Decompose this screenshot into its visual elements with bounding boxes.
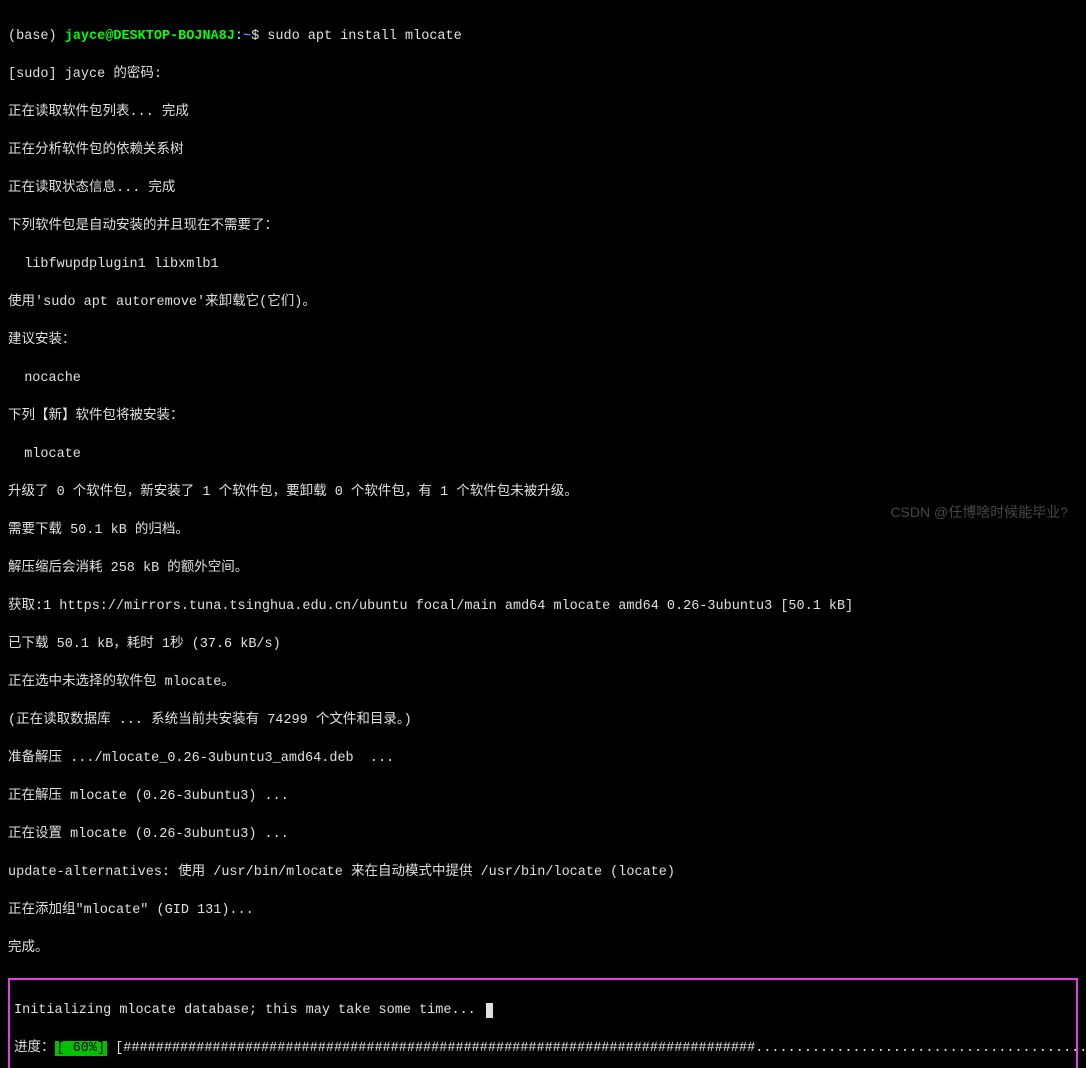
output-line: 正在添加组"mlocate" (GID 131)...: [8, 901, 1078, 920]
progress-line: 进度：[ 60%] [#############################…: [14, 1039, 1072, 1058]
output-line: 正在设置 mlocate (0.26-3ubuntu3) ...: [8, 825, 1078, 844]
prompt-line: (base) jayce@DESKTOP-BOJNA8J:~$ sudo apt…: [8, 27, 1078, 46]
output-line: 正在分析软件包的依赖关系树: [8, 141, 1078, 160]
output-line: 正在读取软件包列表... 完成: [8, 103, 1078, 122]
prompt-colon: :: [235, 29, 243, 44]
progress-percent: [ 60%]: [55, 1041, 108, 1056]
highlighted-region: Initializing mlocate database; this may …: [8, 978, 1078, 1068]
output-line: 建议安装：: [8, 331, 1078, 350]
output-line: 解压缩后会消耗 258 kB 的额外空间。: [8, 559, 1078, 578]
output-line: (正在读取数据库 ... 系统当前共安装有 74299 个文件和目录。): [8, 711, 1078, 730]
output-line: 准备解压 .../mlocate_0.26-3ubuntu3_amd64.deb…: [8, 749, 1078, 768]
output-line: 下列软件包是自动安装的并且现在不需要了：: [8, 217, 1078, 236]
init-message: Initializing mlocate database; this may …: [14, 1001, 1072, 1020]
prompt-path: ~: [243, 29, 251, 44]
prompt-host: DESKTOP-BOJNA8J: [113, 29, 235, 44]
prompt-user: jayce: [65, 29, 106, 44]
output-line: 正在解压 mlocate (0.26-3ubuntu3) ...: [8, 787, 1078, 806]
output-line: 已下载 50.1 kB，耗时 1秒 (37.6 kB/s): [8, 635, 1078, 654]
output-line: 正在选中未选择的软件包 mlocate。: [8, 673, 1078, 692]
output-line: 完成。: [8, 939, 1078, 958]
output-line: 获取:1 https://mirrors.tuna.tsinghua.edu.c…: [8, 597, 1078, 616]
output-line: [sudo] jayce 的密码:: [8, 65, 1078, 84]
progress-label: 进度：: [14, 1041, 55, 1056]
output-line: update-alternatives: 使用 /usr/bin/mlocate…: [8, 863, 1078, 882]
init-text: Initializing mlocate database; this may …: [14, 1003, 484, 1018]
output-line: nocache: [8, 369, 1078, 388]
output-line: 下列【新】软件包将被安装：: [8, 407, 1078, 426]
output-line: libfwupdplugin1 libxmlb1: [8, 255, 1078, 274]
command-text: sudo apt install mlocate: [267, 29, 461, 44]
output-line: 升级了 0 个软件包，新安装了 1 个软件包，要卸载 0 个软件包，有 1 个软…: [8, 483, 1078, 502]
prompt-env: (base): [8, 29, 65, 44]
progress-bar: [#######################################…: [107, 1041, 1086, 1056]
prompt-symbol: $: [251, 29, 267, 44]
output-line: 使用'sudo apt autoremove'来卸载它(它们)。: [8, 293, 1078, 312]
output-line: mlocate: [8, 445, 1078, 464]
output-line: 正在读取状态信息... 完成: [8, 179, 1078, 198]
terminal-output[interactable]: (base) jayce@DESKTOP-BOJNA8J:~$ sudo apt…: [8, 8, 1078, 1068]
output-line: 需要下载 50.1 kB 的归档。: [8, 521, 1078, 540]
cursor-icon: [486, 1003, 493, 1018]
